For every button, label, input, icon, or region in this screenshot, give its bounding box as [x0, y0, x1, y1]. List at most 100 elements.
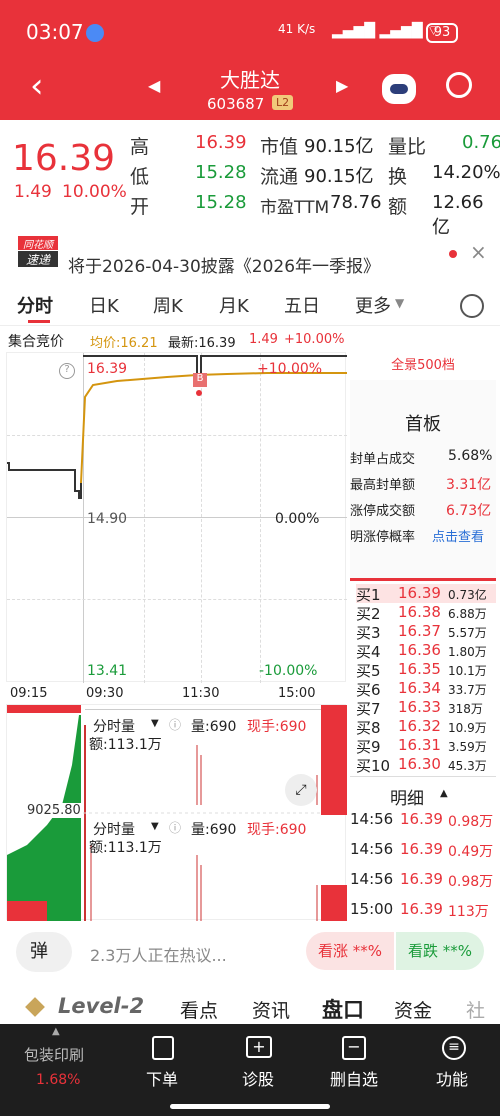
remove-watchlist-button[interactable]: 删自选	[330, 1066, 378, 1090]
tab-daily-k[interactable]: 日K	[89, 292, 119, 318]
buy-marker[interactable]: B	[193, 373, 207, 387]
home-indicator[interactable]	[170, 1104, 330, 1109]
volume-label-2[interactable]: 分时量	[93, 819, 135, 839]
volume-ratio-label: 量比	[388, 136, 427, 158]
chart-info-bar: 集合竞价 均价:16.21 最新:16.39 1.49 +10.00%	[0, 328, 500, 351]
open-label: 开	[130, 196, 150, 218]
bid-price: 16.36	[398, 641, 441, 659]
tab-monthly-k[interactable]: 月K	[219, 292, 249, 318]
bid-level: 买9	[356, 738, 381, 756]
mid-pct-label: 0.00%	[275, 511, 320, 527]
tab-five-day[interactable]: 五日	[284, 292, 320, 318]
tab-highlights[interactable]: 看点	[180, 996, 218, 1023]
float-label: 流通	[260, 166, 299, 188]
full-depth-button[interactable]: 全景500档	[350, 352, 496, 380]
expand-icon[interactable]: ⤢	[285, 774, 317, 806]
bid-level: 买5	[356, 662, 381, 680]
bid-row[interactable]: 买1 16.39 0.73亿	[356, 584, 496, 604]
bid-level: 买6	[356, 681, 381, 699]
bid-price: 16.32	[398, 717, 441, 735]
bid-row[interactable]: 买7 16.33 318万	[356, 698, 496, 718]
close-icon[interactable]: ×	[470, 240, 487, 264]
stock-header: ‹ ◀ 大胜达 603687 L2 ▶	[0, 62, 500, 120]
panel-val-0: 5.68%	[448, 448, 493, 464]
bid-price: 16.35	[398, 660, 441, 678]
settings-icon[interactable]	[460, 294, 484, 318]
clock: 03:07	[26, 20, 84, 44]
auction-label: 集合竞价	[8, 334, 64, 350]
next-stock-icon[interactable]: ▶	[336, 76, 348, 95]
help-icon[interactable]: ?	[59, 363, 75, 379]
panel-key-3: 明涨停概率	[350, 530, 416, 545]
pe-value: 78.76	[330, 192, 382, 213]
bid-row[interactable]: 买4 16.36 1.80万	[356, 641, 496, 661]
tab-orderbook[interactable]: 盘口	[322, 994, 364, 1024]
buy-marker-dot	[196, 390, 202, 396]
mcap-value: 90.15亿	[304, 136, 374, 157]
price-chart[interactable]: B ? 16.39 +10.00% 14.90 0.00% 13.41 -10.…	[6, 352, 347, 683]
help-icon[interactable]: ⓘ	[169, 716, 181, 733]
notice-bar[interactable]: 同花顺 速递 将于2026-04-30披露《2026年一季报》 ×	[0, 232, 500, 280]
bid-row[interactable]: 买6 16.34 33.7万	[356, 679, 496, 699]
unread-dot	[449, 250, 457, 258]
diagnose-button[interactable]: 诊股	[242, 1066, 274, 1090]
price-change: 1.49	[14, 182, 52, 202]
tab-news[interactable]: 资讯	[252, 996, 290, 1023]
browser-icon	[86, 24, 104, 42]
last-price: 16.39	[12, 138, 116, 179]
help-icon[interactable]: ⓘ	[169, 819, 181, 836]
functions-button[interactable]: 功能	[436, 1066, 468, 1090]
bid-row[interactable]: 买10 16.30 45.3万	[356, 755, 496, 775]
search-icon[interactable]	[446, 72, 472, 98]
panel-view-link[interactable]: 点击查看	[432, 526, 484, 545]
detail-price: 16.39	[400, 870, 443, 888]
bid-row[interactable]: 买9 16.31 3.59万	[356, 736, 496, 756]
active-tab-indicator	[28, 320, 50, 323]
order-button[interactable]: 下单	[146, 1066, 178, 1090]
detail-volume: 0.98万	[448, 814, 494, 830]
detail-title[interactable]: 明细	[390, 784, 424, 809]
detail-row: 14:56 16.39 0.49万	[350, 838, 496, 866]
menu-icon: ≡	[442, 1036, 466, 1060]
volume-label-1[interactable]: 分时量	[93, 716, 135, 736]
bid-row[interactable]: 买5 16.35 10.1万	[356, 660, 496, 680]
bid-price: 16.33	[398, 698, 441, 716]
volume-hand-1: 现手:690	[247, 719, 307, 735]
status-bar: 03:07 41 K/s ▂▄▆█ ▂▄▆█ ⌔ 93	[0, 0, 500, 62]
volume-axis-label: 9025.80	[27, 803, 81, 818]
bid-level: 买2	[356, 605, 381, 623]
signal-icon: ▂▄▆█ ▂▄▆█ ⌔	[332, 23, 441, 39]
x-tick-0930: 09:30	[86, 686, 124, 701]
chevron-down-icon: ▼	[395, 296, 405, 310]
sector-name[interactable]: 包装印刷	[24, 1044, 84, 1065]
volume-amt-1: 额:113.1万	[89, 737, 162, 753]
tab-weekly-k[interactable]: 周K	[153, 292, 183, 318]
bid-level: 买8	[356, 719, 381, 737]
latest-change: 1.49	[249, 332, 278, 347]
detail-row: 14:56 16.39 0.98万	[350, 868, 496, 896]
discussion-text[interactable]: 2.3万人正在热议...	[90, 942, 227, 966]
detail-time: 14:56	[350, 840, 394, 858]
tab-more[interactable]: 更多	[355, 292, 391, 318]
danmu-toggle[interactable]: 弹	[16, 932, 72, 972]
tab-level2[interactable]: Level-2	[58, 994, 144, 1018]
bid-price: 16.38	[398, 603, 441, 621]
bid-price: 16.31	[398, 736, 441, 754]
tab-funds[interactable]: 资金	[394, 996, 432, 1023]
bid-row[interactable]: 买8 16.32 10.9万	[356, 717, 496, 737]
detail-price: 16.39	[400, 840, 443, 858]
vote-up-button[interactable]: 看涨 **%	[306, 932, 394, 970]
bid-level: 买10	[356, 757, 391, 775]
avg-price: 均价:16.21	[90, 336, 158, 351]
latest-pct: +10.00%	[284, 332, 345, 347]
robot-assistant-icon[interactable]	[382, 74, 416, 104]
bid-volume: 0.73亿	[448, 588, 487, 602]
battery-icon: 93	[426, 23, 458, 43]
volume-chart[interactable]: 分时量 ▼ ⓘ 量:690 现手:690 额:113.1万 ⤢ 分时量 ▼ ⓘ …	[6, 704, 347, 921]
volume-panel-2: 分时量 ▼ ⓘ 量:690 现手:690 额:113.1万	[85, 813, 347, 913]
bid-row[interactable]: 买3 16.37 5.57万	[356, 622, 496, 642]
bid-row[interactable]: 买2 16.38 6.88万	[356, 603, 496, 623]
tab-intraday[interactable]: 分时	[17, 292, 53, 318]
vote-down-button[interactable]: 看跌 **%	[396, 932, 484, 970]
volume-panel-1: 分时量 ▼ ⓘ 量:690 现手:690 额:113.1万 ⤢	[85, 709, 347, 809]
